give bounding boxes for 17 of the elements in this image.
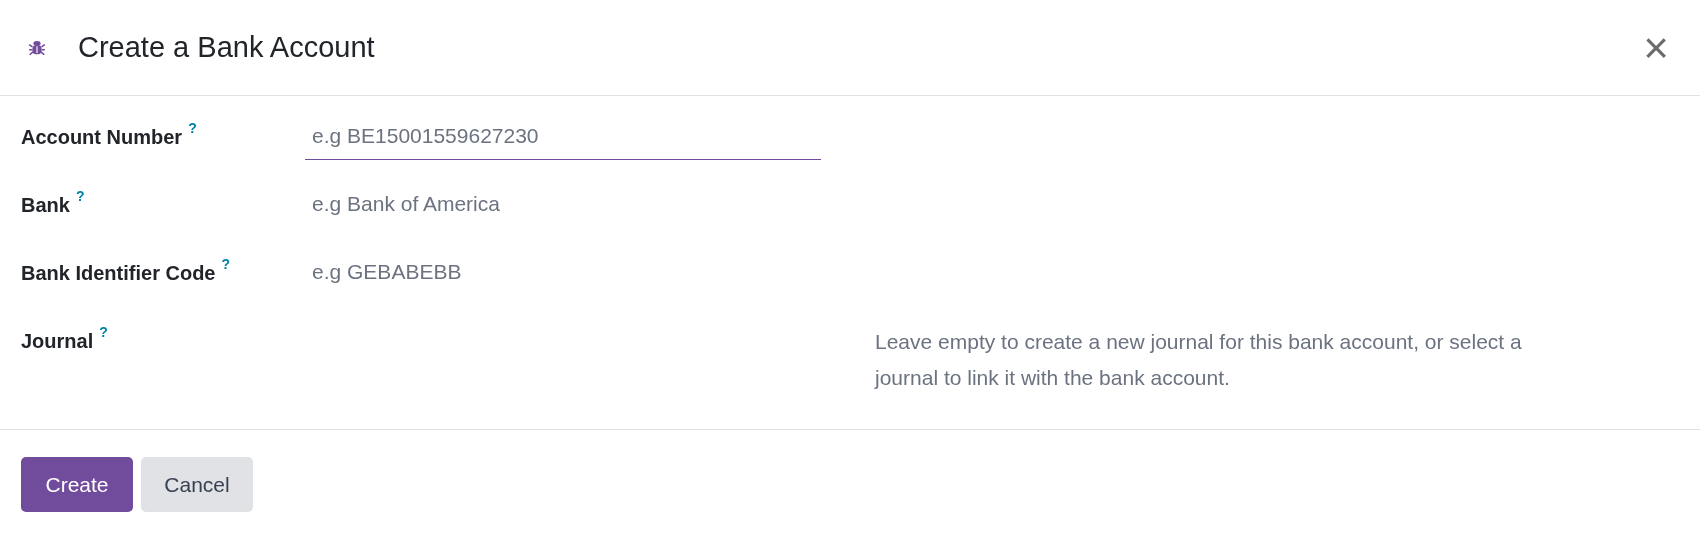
help-tooltip-mark[interactable]: ? <box>75 186 85 207</box>
help-tooltip-mark[interactable]: ? <box>99 322 108 343</box>
field-label: Bank <box>21 193 70 218</box>
dialog-title: Create a Bank Account <box>78 29 376 65</box>
close-button[interactable]: × <box>1636 27 1676 68</box>
help-text: Leave empty to create a new journal for this bank account, or select a journal to link it with the bank account. <box>875 329 1523 391</box>
field-label: Journal <box>21 329 94 354</box>
field-label: Bank Identifier Code <box>21 261 216 286</box>
input-field[interactable]: e.g BE15001559627230 <box>305 118 821 160</box>
input-field[interactable]: e.g GEBABEBB <box>305 254 821 296</box>
help-tooltip-mark[interactable]: ? <box>188 118 197 139</box>
create-button[interactable]: Create <box>21 457 133 512</box>
field-label: Account Number <box>21 125 183 150</box>
bug-icon <box>28 38 46 57</box>
input-field[interactable]: e.g Bank of America <box>305 186 821 228</box>
cancel-button[interactable]: Cancel <box>141 457 253 512</box>
help-tooltip-mark[interactable]: ? <box>221 254 231 275</box>
